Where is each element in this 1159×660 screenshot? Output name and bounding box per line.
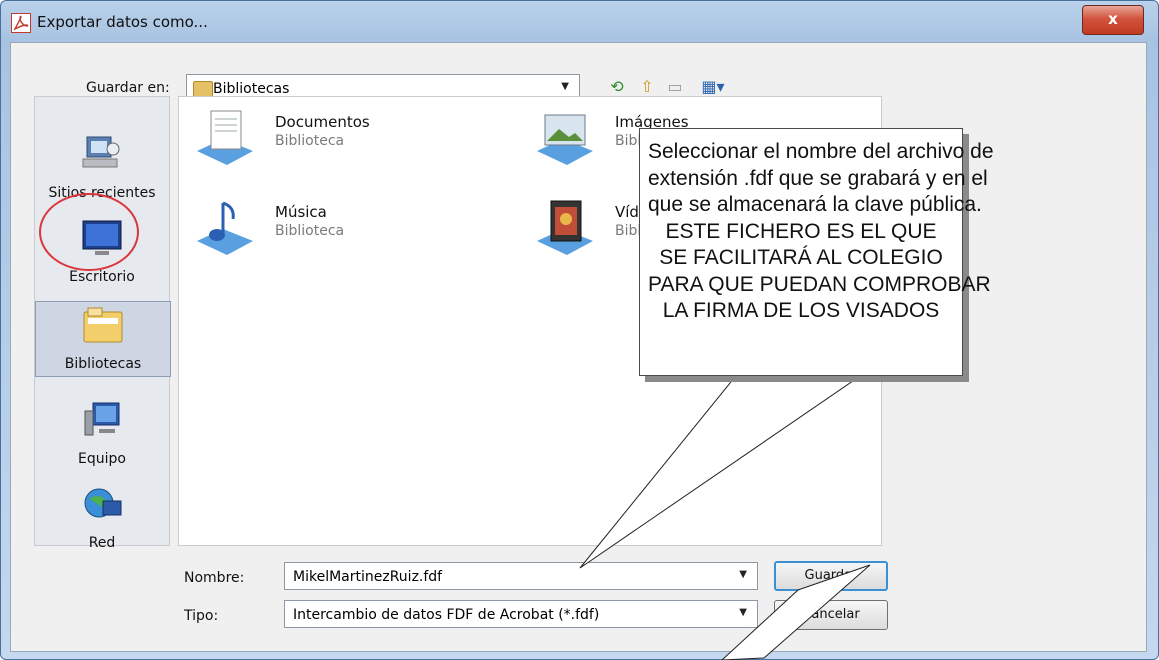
callout-line: que se almacenará la clave pública. [648,193,982,216]
callout-pointer [721,564,871,660]
callout-pointer [579,371,868,569]
callout-line: Seleccionar el nombre del archivo de [648,140,994,163]
callout-box: Seleccionar el nombre del archivo de ext… [639,128,994,376]
callout-line: LA FIRMA DE LOS VISADOS [662,299,940,322]
callout-line: ESTE FICHERO ES EL QUE [665,219,937,243]
callout-line: PARA QUE PUEDAN COMPROBAR [648,272,991,296]
callout-line: SE FACILITARÁ AL COLEGIO [659,246,943,269]
callout-overlay [39,193,871,660]
highlight-circle [39,193,139,271]
callout-line: extensión .fdf que se grabará y en el [648,166,988,190]
